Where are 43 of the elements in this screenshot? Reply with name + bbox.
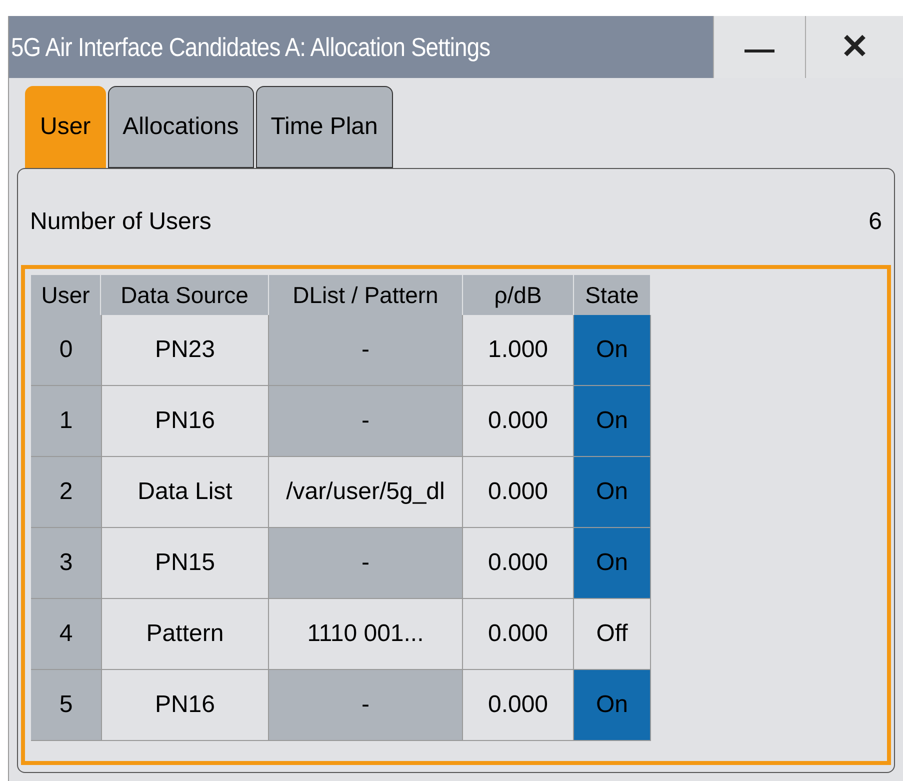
window-title: 5G Air Interface Candidates A: Allocation Settings	[11, 30, 490, 64]
table-cell[interactable]: 1.000	[463, 315, 574, 386]
minimize-button[interactable]: —	[713, 16, 805, 78]
column-header: DList / Pattern	[269, 275, 463, 315]
table-cell: -	[269, 386, 463, 457]
table-cell[interactable]: /var/user/5g_dl	[269, 457, 463, 528]
row-number: 1	[31, 386, 101, 457]
column-header: ρ/dB	[463, 275, 574, 315]
table-cell[interactable]: 1110 001...	[269, 599, 463, 670]
column-header: Data Source	[101, 275, 269, 315]
table-cell[interactable]: 0.000	[463, 386, 574, 457]
column-header: User	[31, 275, 101, 315]
state-toggle[interactable]: On	[574, 386, 651, 457]
tab[interactable]: Allocations	[108, 86, 254, 168]
state-toggle[interactable]: On	[574, 670, 651, 741]
field-label: Number of Users	[30, 207, 212, 237]
table-cell[interactable]: 0.000	[463, 457, 574, 528]
table-cell[interactable]: PN16	[101, 670, 269, 741]
tab[interactable]: User	[25, 86, 106, 168]
state-toggle[interactable]: Off	[574, 599, 651, 670]
table-cell[interactable]: PN16	[101, 386, 269, 457]
table-cell: -	[269, 315, 463, 386]
table-cell[interactable]: PN23	[101, 315, 269, 386]
table-cell[interactable]: Pattern	[101, 599, 269, 670]
column-header: State	[574, 275, 651, 315]
state-toggle[interactable]: On	[574, 457, 651, 528]
row-number: 4	[31, 599, 101, 670]
row-number: 3	[31, 528, 101, 599]
row-number: 0	[31, 315, 101, 386]
table-cell: -	[269, 670, 463, 741]
table-cell[interactable]: 0.000	[463, 599, 574, 670]
row-number: 2	[31, 457, 101, 528]
table-cell[interactable]: 0.000	[463, 528, 574, 599]
table-cell: -	[269, 528, 463, 599]
table-cell[interactable]: PN15	[101, 528, 269, 599]
state-toggle[interactable]: On	[574, 528, 651, 599]
tab[interactable]: Time Plan	[256, 86, 393, 168]
table-cell[interactable]: Data List	[101, 457, 269, 528]
state-toggle[interactable]: On	[574, 315, 651, 386]
table-cell[interactable]: 0.000	[463, 670, 574, 741]
close-button[interactable]: ✕	[805, 16, 903, 78]
field-value[interactable]: 6	[868, 204, 882, 240]
row-number: 5	[31, 670, 101, 741]
